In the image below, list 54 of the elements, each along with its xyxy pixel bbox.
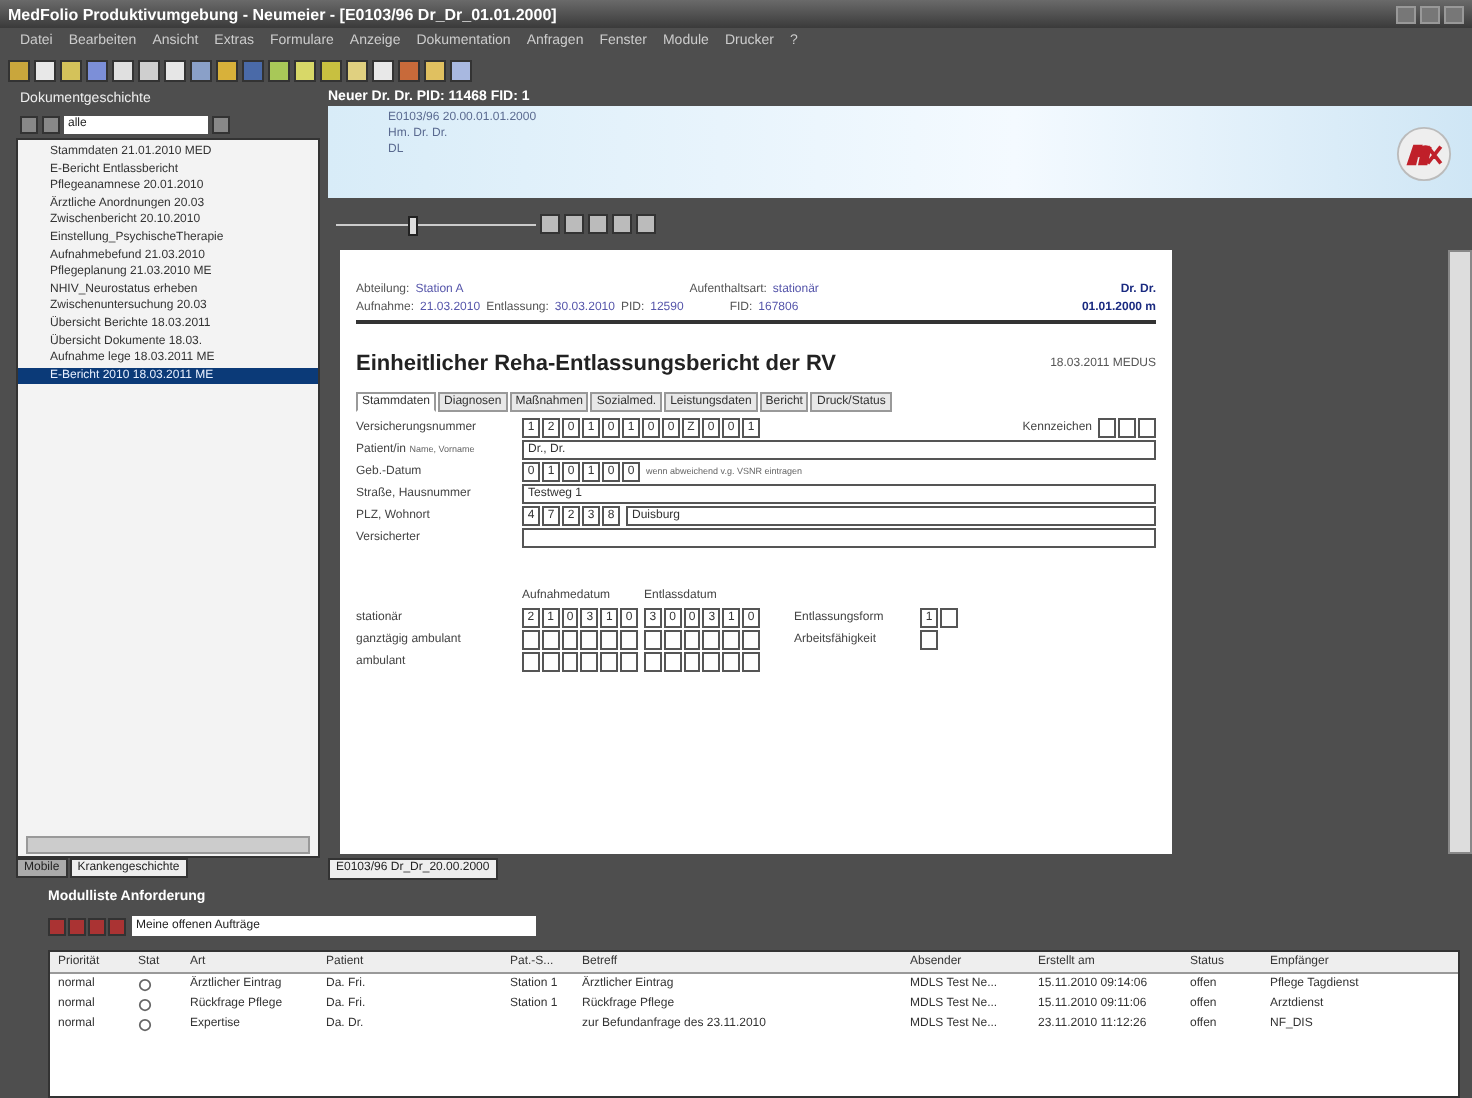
toolbar-button[interactable] — [138, 59, 160, 81]
char-box[interactable] — [940, 607, 958, 627]
status-circle-icon — [138, 977, 152, 991]
toolbar-button[interactable] — [34, 59, 56, 81]
toolbar-button[interactable] — [112, 59, 134, 81]
scrollbar[interactable] — [26, 836, 310, 854]
char-box[interactable] — [722, 651, 741, 671]
char-box[interactable] — [702, 629, 721, 649]
toolbar-button[interactable] — [450, 59, 472, 81]
char-box[interactable] — [522, 629, 540, 649]
char-box[interactable] — [1098, 417, 1116, 437]
scrollbar[interactable] — [1448, 250, 1472, 854]
char-box[interactable] — [644, 629, 662, 649]
char-box[interactable] — [663, 629, 682, 649]
toolbar-button[interactable] — [164, 59, 186, 81]
char-box[interactable] — [1118, 417, 1136, 437]
char-box[interactable] — [644, 651, 662, 671]
toolbar-button[interactable] — [216, 59, 238, 81]
toolbar-button[interactable] — [424, 59, 446, 81]
char-box[interactable] — [742, 651, 760, 671]
char-box[interactable] — [522, 651, 540, 671]
toolbar-button[interactable] — [60, 59, 82, 81]
char-box[interactable] — [620, 629, 638, 649]
char-box[interactable] — [561, 629, 579, 649]
toolbar-button[interactable] — [268, 59, 290, 81]
char-box[interactable] — [541, 629, 560, 649]
toolbar-button[interactable] — [320, 59, 342, 81]
window-title: MedFolio Produktivumgebung - Neumeier - [E0103/96 Dr_Dr_01.01.2000] — [8, 5, 559, 23]
char-box[interactable] — [683, 651, 701, 671]
char-box[interactable] — [702, 651, 721, 671]
char-box[interactable] — [580, 651, 599, 671]
toolbar-button[interactable] — [294, 59, 316, 81]
toolbar-button[interactable] — [8, 59, 30, 81]
char-box[interactable] — [600, 629, 619, 649]
char-box[interactable] — [663, 651, 682, 671]
status-circle-icon — [138, 997, 152, 1011]
char-box[interactable] — [683, 629, 701, 649]
slider-thumb[interactable] — [408, 216, 418, 236]
insured-field[interactable] — [522, 527, 1156, 547]
char-box[interactable] — [742, 629, 760, 649]
toolbar-button[interactable] — [190, 59, 212, 81]
char-box[interactable] — [561, 651, 579, 671]
char-box[interactable] — [541, 651, 560, 671]
char-box[interactable] — [620, 651, 638, 671]
char-box[interactable] — [580, 629, 599, 649]
char-box[interactable] — [722, 629, 741, 649]
form-title: Einheitlicher Reha-Entlassungsbericht der RV — [356, 352, 837, 376]
toolbar-button[interactable] — [372, 59, 394, 81]
char-box[interactable] — [920, 629, 938, 649]
status-circle-icon — [138, 1017, 152, 1031]
char-box[interactable] — [600, 651, 619, 671]
char-box[interactable] — [1138, 417, 1156, 437]
toolbar-button[interactable] — [346, 59, 368, 81]
logo-icon — [1396, 126, 1452, 182]
